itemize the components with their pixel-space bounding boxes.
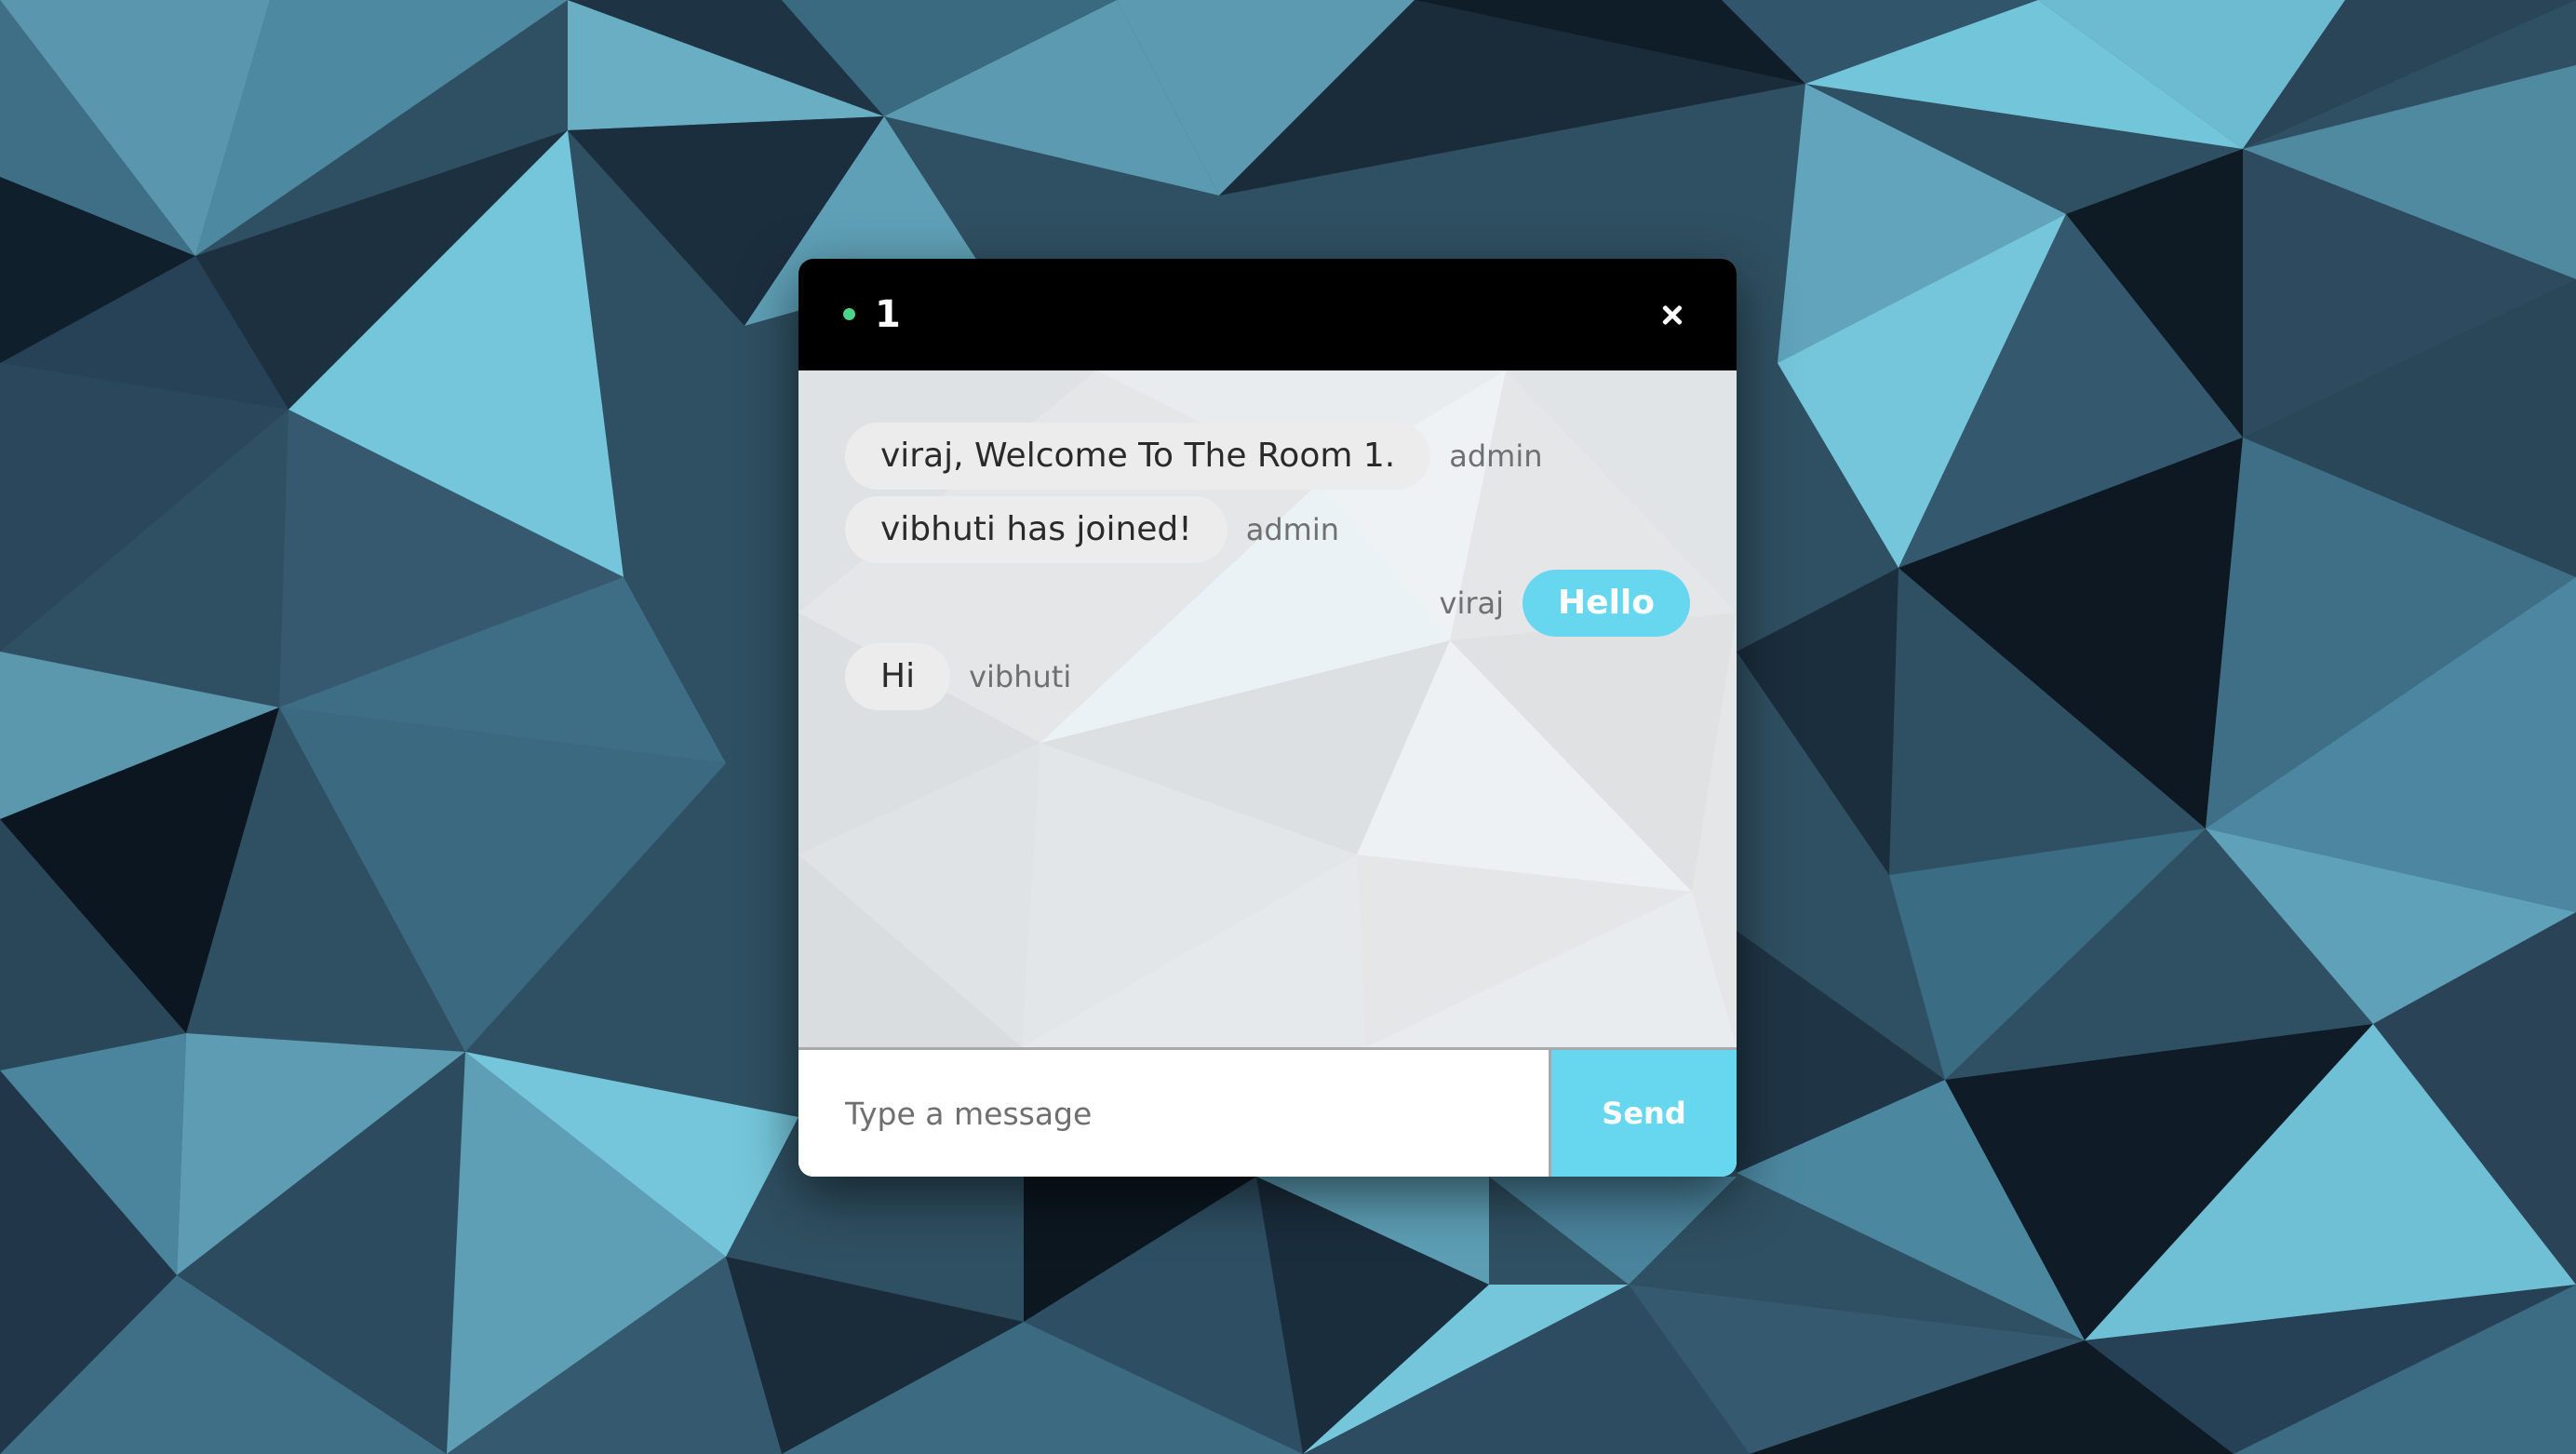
chat-header: 1 — [798, 259, 1737, 370]
message-bubble: vibhuti has joined! — [845, 496, 1228, 563]
message-row: Hi vibhuti — [845, 643, 1090, 710]
close-icon[interactable] — [1655, 294, 1696, 335]
message-list: viraj, Welcome To The Room 1. admin vibhut… — [798, 370, 1737, 1047]
message-composer: Send — [798, 1047, 1737, 1177]
message-bubble: Hi — [845, 643, 951, 710]
chat-window: 1 viraj, Welcome To The Room 1. admin vibh… — [798, 259, 1737, 1177]
message-row: viraj, Welcome To The Room 1. admin — [845, 423, 1561, 490]
message-bubble: viraj, Welcome To The Room 1. — [845, 423, 1431, 490]
message-sender: vibhuti — [969, 659, 1072, 694]
message-row: Hello viraj — [1421, 570, 1690, 637]
online-status-icon — [843, 308, 855, 320]
message-sender: admin — [1245, 512, 1339, 547]
message-row: vibhuti has joined! admin — [845, 496, 1358, 563]
message-sender: viraj — [1439, 586, 1505, 621]
message-sender: admin — [1449, 438, 1543, 474]
message-input[interactable] — [798, 1050, 1549, 1177]
message-bubble: Hello — [1523, 570, 1690, 637]
send-button[interactable]: Send — [1549, 1050, 1737, 1177]
room-title: 1 — [875, 293, 901, 336]
